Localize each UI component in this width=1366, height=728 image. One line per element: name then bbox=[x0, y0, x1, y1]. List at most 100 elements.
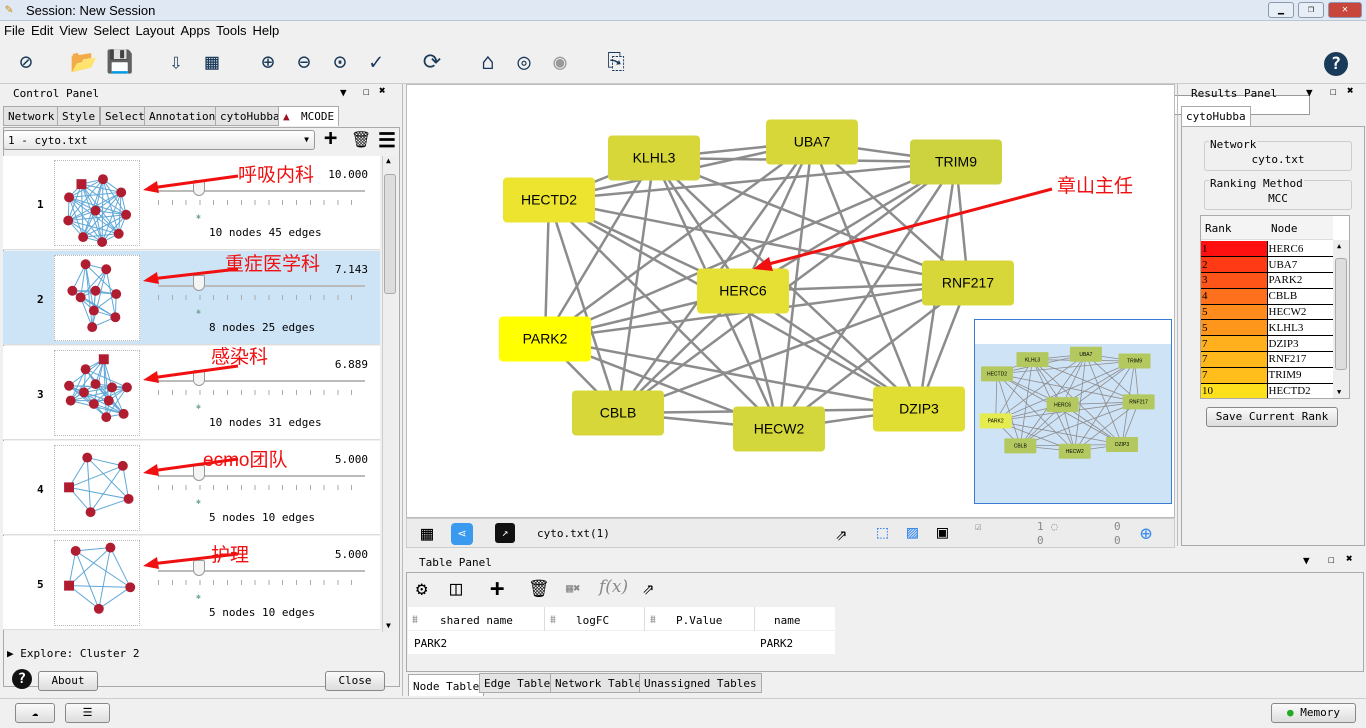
cluster-item[interactable]: 4 5.000 ✱ 5 nodes 10 edges ecmo团队 bbox=[3, 441, 380, 535]
cluster-thumbnail[interactable] bbox=[54, 445, 140, 531]
close-panel-icon[interactable]: ✖ bbox=[379, 84, 386, 97]
fit-view-icon[interactable]: ⊕ bbox=[1140, 521, 1152, 545]
rank-row[interactable]: 4 CBLB bbox=[1201, 288, 1333, 305]
menu-edit[interactable]: Edit bbox=[31, 21, 57, 42]
float-panel-icon[interactable]: ☐ bbox=[1328, 553, 1335, 566]
scroll-up-icon[interactable]: ▲ bbox=[1337, 242, 1341, 250]
gear-icon[interactable]: ⚙ bbox=[416, 578, 427, 600]
tab-unassigned-tables[interactable]: Unassigned Tables bbox=[639, 673, 762, 693]
float-panel-icon[interactable]: ☐ bbox=[363, 85, 370, 98]
network-node[interactable]: RNF217 bbox=[922, 260, 1014, 306]
columns-icon[interactable]: ◫ bbox=[450, 576, 462, 600]
import-network-icon[interactable]: ⇩ bbox=[162, 50, 190, 76]
maximize-button[interactable]: ❐ bbox=[1298, 2, 1324, 18]
select-nodes-icon[interactable]: ⬚ bbox=[877, 522, 888, 543]
menu-layout[interactable]: Layout bbox=[135, 21, 178, 42]
network-node[interactable]: PARK2 bbox=[499, 316, 591, 362]
rank-row[interactable]: 3 PARK2 bbox=[1201, 272, 1333, 289]
rank-row[interactable]: 2 UBA7 bbox=[1201, 256, 1333, 274]
menu-select[interactable]: Select bbox=[93, 21, 133, 42]
cluster-item[interactable]: 2 7.143 ✱ 8 nodes 25 edges 重症医学科 bbox=[3, 251, 380, 345]
scroll-down-icon[interactable]: ▼ bbox=[386, 621, 391, 630]
tab-style[interactable]: Style bbox=[57, 106, 101, 126]
rank-row[interactable]: 5 HECW2 bbox=[1201, 304, 1333, 321]
table-row[interactable]: PARK2 PARK2 bbox=[408, 631, 835, 653]
tab-node-table[interactable]: Node Table bbox=[408, 674, 485, 696]
column-rank[interactable]: Rank bbox=[1205, 222, 1232, 235]
menu-icon[interactable]: ☰ bbox=[378, 128, 396, 152]
new-network-from-selection-icon[interactable]: ⎘ bbox=[602, 50, 630, 76]
cluster-item[interactable]: 1 10.000 ✱ 10 nodes 45 edges 呼吸内科 bbox=[3, 156, 380, 250]
rank-row[interactable]: 7 RNF217 bbox=[1201, 351, 1333, 368]
help-icon[interactable]: ? bbox=[1324, 52, 1348, 76]
cluster-thumbnail[interactable] bbox=[54, 540, 140, 626]
home-icon[interactable]: ⌂ bbox=[474, 50, 502, 76]
zoom-fit-icon[interactable]: ⊙ bbox=[326, 50, 354, 76]
network-node[interactable]: HERC6 bbox=[697, 268, 789, 314]
column-node[interactable]: Node bbox=[1271, 222, 1298, 235]
scroll-up-icon[interactable]: ▲ bbox=[386, 156, 391, 165]
tab-mcode[interactable]: ▲ MCODE bbox=[278, 106, 340, 126]
scroll-thumb[interactable] bbox=[1335, 258, 1347, 370]
cell-name[interactable]: PARK2 bbox=[760, 637, 793, 650]
add-icon[interactable]: + bbox=[490, 574, 504, 602]
close-window-button[interactable]: ✕ bbox=[1328, 2, 1362, 18]
scroll-down-icon[interactable]: ▼ bbox=[1337, 388, 1341, 396]
tab-cytohubba[interactable]: cytoHubba bbox=[215, 106, 285, 126]
panel-menu-icon[interactable]: ▼ bbox=[1306, 86, 1313, 99]
network-node[interactable]: HECTD2 bbox=[503, 177, 595, 223]
cluster-list-scrollbar[interactable]: ▲ ▼ bbox=[382, 156, 397, 632]
menu-help[interactable]: Help bbox=[253, 21, 284, 42]
menu-file[interactable]: File bbox=[4, 21, 29, 42]
cluster-thumbnail[interactable] bbox=[54, 255, 140, 341]
rank-row[interactable]: 1 HERC6 bbox=[1201, 241, 1333, 258]
select-annotations-icon[interactable]: ▣ bbox=[937, 522, 948, 543]
grid-view-icon[interactable]: ▦ bbox=[421, 521, 433, 545]
panel-menu-icon[interactable]: ▼ bbox=[340, 86, 347, 99]
network-select[interactable]: 1 - cyto.txt ▼ bbox=[3, 130, 315, 150]
detach-view-icon[interactable]: ↗ bbox=[495, 523, 515, 543]
scroll-thumb[interactable] bbox=[384, 174, 396, 294]
cytoscape-logo-icon[interactable]: ⊘ bbox=[12, 50, 40, 76]
about-button[interactable]: About bbox=[38, 671, 98, 691]
zoom-selected-icon[interactable]: ✓ bbox=[362, 50, 390, 76]
tab-annotation[interactable]: Annotation bbox=[144, 106, 221, 126]
tab-select[interactable]: Select bbox=[100, 106, 150, 126]
network-node[interactable]: HECW2 bbox=[733, 406, 825, 452]
rank-row[interactable]: 7 TRIM9 bbox=[1201, 367, 1333, 384]
rank-row[interactable]: 5 KLHL3 bbox=[1201, 319, 1333, 337]
open-folder-icon[interactable]: 📂 bbox=[70, 50, 98, 76]
network-overview[interactable]: KLHL3 UBA7 TRIM9 HECTD2 RNF217 HERC6 PARK2 CBLB… bbox=[974, 319, 1172, 504]
network-view-icon[interactable]: ⋖ bbox=[451, 523, 473, 545]
delete-column-icon[interactable]: ▦✖ bbox=[566, 581, 580, 595]
cluster-thumbnail[interactable] bbox=[54, 350, 140, 436]
minimize-button[interactable]: ▁ bbox=[1268, 2, 1294, 18]
trash-icon[interactable]: 🗑 bbox=[351, 130, 371, 149]
cluster-item[interactable]: 5 5.000 ✱ 5 nodes 10 edges 护理 bbox=[3, 536, 380, 630]
close-panel-icon[interactable]: ✖ bbox=[1346, 552, 1353, 565]
rank-row[interactable]: 10 HECTD2 bbox=[1201, 383, 1333, 398]
export-icon[interactable]: ⇗ bbox=[835, 521, 847, 545]
rank-table-scrollbar[interactable]: ▲ ▼ bbox=[1333, 240, 1349, 398]
close-panel-icon[interactable]: ✖ bbox=[1347, 84, 1354, 97]
cluster-thumbnail[interactable] bbox=[54, 160, 140, 247]
trash-icon[interactable]: 🗑 bbox=[528, 579, 550, 599]
network-node[interactable]: KLHL3 bbox=[608, 135, 700, 181]
menu-view[interactable]: View bbox=[59, 21, 91, 42]
column-p-value[interactable]: P.Value bbox=[676, 614, 722, 627]
tab-cytohubba[interactable]: cytoHubba bbox=[1181, 106, 1251, 126]
column-name[interactable]: name bbox=[774, 614, 801, 627]
select-edges-icon[interactable]: ▨ bbox=[907, 522, 918, 543]
network-node[interactable]: DZIP3 bbox=[873, 386, 965, 432]
menu-apps[interactable]: Apps bbox=[181, 21, 215, 42]
export-table-icon[interactable]: ⇗ bbox=[642, 575, 654, 599]
column-shared-name[interactable]: shared name bbox=[440, 614, 513, 627]
add-icon[interactable]: + bbox=[324, 126, 337, 151]
network-edge[interactable] bbox=[810, 141, 921, 410]
zoom-in-icon[interactable]: ⊕ bbox=[254, 50, 282, 76]
rank-row[interactable]: 7 DZIP3 bbox=[1201, 335, 1333, 353]
zoom-out-icon[interactable]: ⊖ bbox=[290, 50, 318, 76]
save-icon[interactable]: 💾 bbox=[106, 50, 134, 76]
menu-tools[interactable]: Tools bbox=[216, 21, 250, 42]
overview-canvas[interactable]: KLHL3 UBA7 TRIM9 HECTD2 RNF217 HERC6 PARK2 CBLB… bbox=[975, 320, 1171, 503]
